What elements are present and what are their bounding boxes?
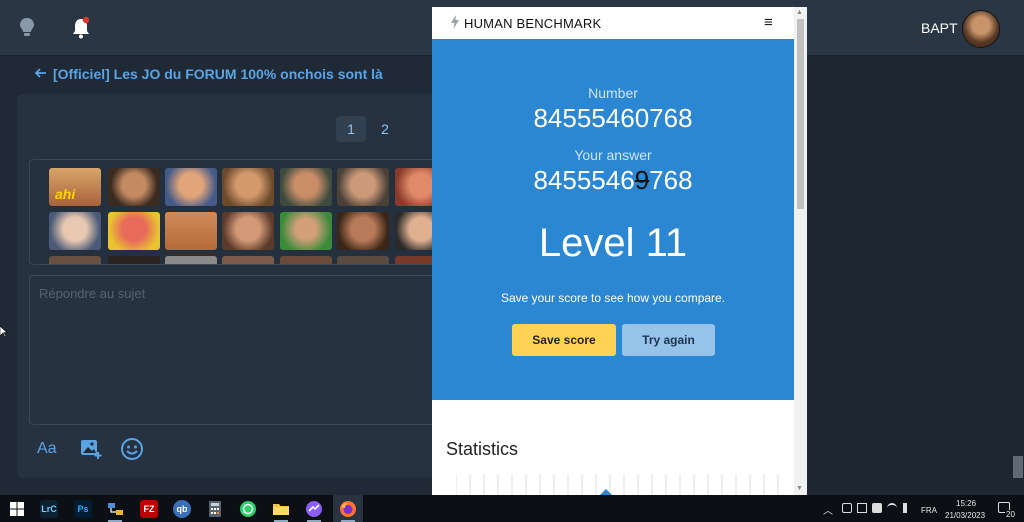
scroll-down-arrow-icon[interactable]: ▼	[796, 485, 803, 492]
sticker[interactable]	[222, 212, 274, 250]
sticker-picker: ahi	[29, 159, 449, 265]
level-text: Level 11	[538, 221, 688, 265]
result-description: Save your score to see how you compare.	[500, 291, 726, 305]
sticker[interactable]	[165, 212, 217, 250]
answer-wrong-digit: 9	[634, 165, 650, 195]
calculator-icon[interactable]	[206, 500, 224, 518]
hamburger-menu-icon[interactable]: ≡	[764, 14, 773, 31]
volume-icon[interactable]	[903, 503, 913, 513]
lightning-bolt-icon	[451, 15, 459, 29]
brand-name[interactable]: HUMAN BENCHMARK	[464, 16, 601, 31]
lightroom-icon[interactable]: LrC	[40, 500, 58, 518]
reply-placeholder: Répondre au sujet	[39, 286, 146, 301]
back-arrow-icon[interactable]	[34, 66, 48, 80]
sticker[interactable]	[165, 256, 217, 264]
whatsapp-icon[interactable]	[239, 500, 257, 518]
windows-start-icon[interactable]	[8, 500, 26, 518]
language-indicator[interactable]: FRA	[921, 506, 937, 515]
scroll-up-arrow-icon[interactable]: ▲	[796, 9, 803, 16]
image-add-icon[interactable]	[80, 438, 102, 460]
try-again-button[interactable]: Try again	[622, 324, 715, 356]
benchmark-scrollbar-thumb[interactable]	[797, 19, 804, 209]
sticker[interactable]	[108, 212, 160, 250]
sticker[interactable]	[280, 256, 332, 264]
messenger-icon[interactable]	[305, 500, 323, 518]
tray-app-icon[interactable]	[872, 503, 882, 513]
sticker[interactable]	[337, 256, 389, 264]
benchmark-window: HUMAN BENCHMARK ≡ Number 84555460768 You…	[432, 7, 807, 495]
network-app-icon[interactable]	[106, 500, 124, 518]
sticker[interactable]	[165, 168, 217, 206]
file-explorer-icon[interactable]	[272, 500, 290, 518]
right-area	[807, 56, 1024, 494]
sticker[interactable]	[49, 256, 101, 264]
answer-prefix: 8455546	[533, 165, 635, 195]
sticker[interactable]	[280, 168, 332, 206]
answer-suffix: 768	[649, 165, 693, 195]
pagination-page-1[interactable]: 1	[336, 116, 366, 142]
emoji-icon[interactable]	[120, 437, 144, 461]
answer-value: 84555469768	[432, 165, 794, 196]
avatar[interactable]	[962, 10, 1000, 48]
number-label: Number	[588, 85, 638, 101]
benchmark-header: HUMAN BENCHMARK ≡	[432, 7, 794, 39]
filezilla-icon[interactable]: FZ	[140, 500, 158, 518]
tray-chevron-icon[interactable]: ︿	[823, 502, 833, 517]
wifi-icon[interactable]	[887, 503, 897, 513]
sticker-ahi[interactable]: ahi	[49, 168, 101, 206]
number-value: 84555460768	[533, 103, 693, 133]
text-format-button[interactable]: Aa	[37, 440, 57, 458]
save-score-button[interactable]: Save score	[512, 324, 616, 356]
tray-app-icon[interactable]	[842, 503, 852, 513]
mouse-cursor-icon	[0, 326, 8, 338]
photoshop-icon[interactable]: Ps	[74, 500, 92, 518]
answer-label: Your answer	[574, 147, 652, 163]
sticker[interactable]	[49, 212, 101, 250]
qbittorrent-icon[interactable]: qb	[173, 500, 191, 518]
result-panel: Number 84555460768 Your answer 845554697…	[432, 39, 794, 400]
topic-title[interactable]: [Officiel] Les JO du FORUM 100% onchois …	[53, 66, 383, 82]
bell-icon[interactable]	[70, 16, 92, 40]
firefox-icon[interactable]	[339, 500, 357, 518]
sticker[interactable]	[222, 168, 274, 206]
username[interactable]: BAPT	[921, 20, 958, 36]
sticker[interactable]	[108, 256, 160, 264]
tray-app-icon[interactable]	[857, 503, 867, 513]
statistics-chart	[456, 474, 779, 495]
notification-count-badge: 20	[1005, 510, 1016, 519]
clock-date[interactable]: 21/03/2023	[945, 511, 985, 520]
sticker[interactable]	[222, 256, 274, 264]
lightbulb-icon[interactable]	[16, 16, 38, 40]
sticker[interactable]	[337, 168, 389, 206]
sticker-ahi-label: ahi	[55, 186, 76, 202]
pagination-page-2[interactable]: 2	[370, 116, 400, 142]
clock-time[interactable]: 15:26	[956, 499, 976, 508]
sticker[interactable]	[108, 168, 160, 206]
sticker[interactable]	[337, 212, 389, 250]
statistics-heading: Statistics	[446, 439, 519, 459]
sticker[interactable]	[280, 212, 332, 250]
page-scrollbar-thumb[interactable]	[1013, 456, 1023, 478]
